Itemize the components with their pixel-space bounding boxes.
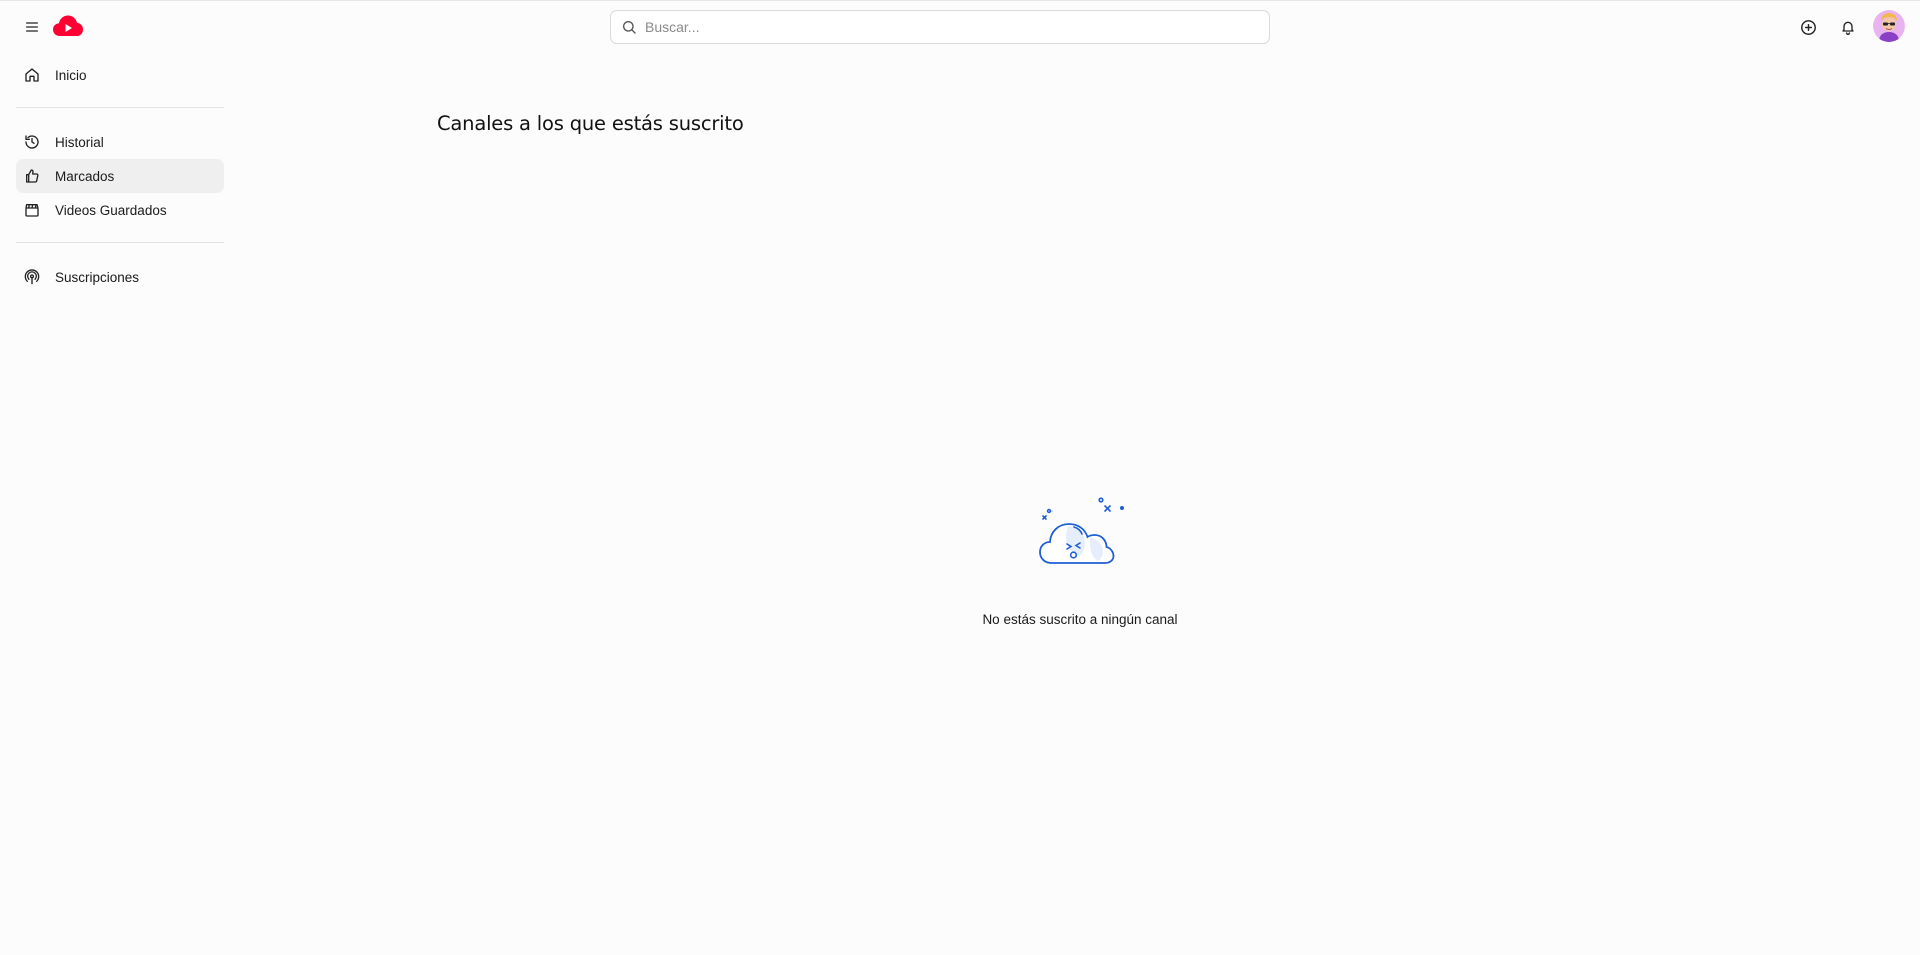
search-icon	[621, 19, 637, 35]
sidebar-item-label: Marcados	[55, 168, 115, 184]
hamburger-menu-icon[interactable]	[16, 11, 48, 43]
sidebar-item-videos-guardados[interactable]: Videos Guardados	[16, 193, 224, 227]
sidebar-item-marcados[interactable]: Marcados	[16, 159, 224, 193]
cloud-play-logo-icon[interactable]	[52, 13, 84, 39]
history-icon	[24, 134, 40, 150]
sad-cloud-illustration	[1036, 492, 1132, 566]
top-bar	[0, 0, 1920, 52]
sidebar-item-suscripciones[interactable]: Suscripciones	[16, 260, 224, 294]
sidebar-divider	[16, 242, 224, 243]
sidebar-item-label: Videos Guardados	[55, 202, 167, 218]
sidebar-item-label: Historial	[55, 134, 104, 150]
sidebar-item-inicio[interactable]: Inicio	[16, 58, 224, 92]
sidebar-item-label: Suscripciones	[55, 269, 140, 285]
bell-icon[interactable]	[1832, 11, 1864, 43]
thumbs-up-icon	[24, 168, 40, 184]
home-icon	[24, 67, 40, 83]
podcast-icon	[24, 269, 40, 285]
clapperboard-icon	[24, 202, 40, 218]
search-bar[interactable]	[610, 10, 1270, 44]
page-title: Canales a los que estás suscrito	[437, 112, 744, 135]
empty-state-message: No estás suscrito a ningún canal	[982, 612, 1178, 627]
search-input[interactable]	[645, 13, 1245, 41]
plus-circle-icon[interactable]	[1792, 11, 1824, 43]
sidebar-item-label: Inicio	[55, 67, 87, 83]
sidebar: Inicio Historial Marcados Videos Guardad…	[16, 58, 224, 294]
sidebar-item-historial[interactable]: Historial	[16, 125, 224, 159]
sidebar-divider	[16, 107, 224, 108]
user-avatar[interactable]	[1873, 10, 1905, 42]
